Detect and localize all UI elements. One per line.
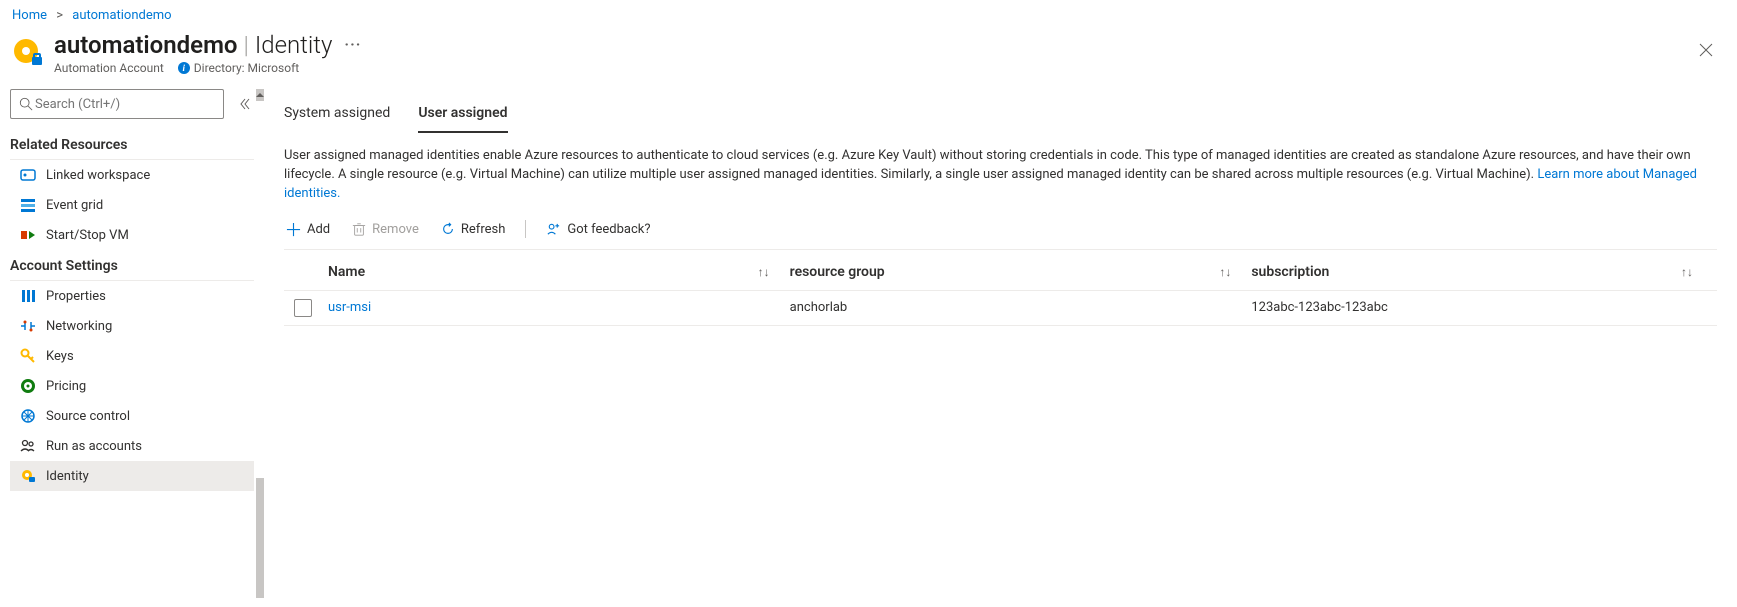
description-text: User assigned managed identities enable … [284, 147, 1717, 204]
feedback-label: Got feedback? [567, 222, 650, 237]
sidebar: Related Resources Linked workspace Event… [0, 89, 264, 598]
blade-name: Identity [255, 31, 333, 59]
properties-icon [20, 288, 36, 304]
resource-name: automationdemo [54, 31, 238, 59]
sidebar-item-pricing[interactable]: Pricing [10, 371, 254, 401]
sidebar-item-label: Source control [46, 409, 130, 424]
column-name[interactable]: Name ↑↓ [328, 264, 790, 280]
sidebar-item-keys[interactable]: Keys [10, 341, 254, 371]
trash-icon [352, 222, 366, 236]
breadcrumb-separator: > [50, 8, 69, 23]
sidebar-item-label: Start/Stop VM [46, 228, 129, 243]
identity-icon [20, 468, 36, 484]
pricing-icon [20, 378, 36, 394]
breadcrumb-home[interactable]: Home [12, 8, 47, 23]
toolbar-separator [525, 220, 526, 238]
tab-user-assigned[interactable]: User assigned [418, 97, 507, 133]
search-box[interactable] [10, 89, 224, 119]
directory-info: i Directory: Microsoft [178, 61, 299, 75]
event-grid-icon [20, 197, 36, 213]
column-resource-group[interactable]: resource group ↑↓ [790, 264, 1252, 280]
sidebar-scrollbar[interactable] [256, 89, 264, 598]
sidebar-item-label: Run as accounts [46, 439, 142, 454]
resource-type: Automation Account [54, 61, 164, 75]
identities-table: Name ↑↓ resource group ↑↓ subscription ↑… [284, 254, 1717, 326]
main-content: System assigned User assigned User assig… [264, 89, 1737, 598]
sidebar-item-linked-workspace[interactable]: Linked workspace [10, 160, 254, 190]
tabs: System assigned User assigned [284, 97, 1717, 133]
directory-label: Directory: Microsoft [194, 61, 299, 75]
feedback-icon [546, 222, 561, 237]
sidebar-item-label: Keys [46, 349, 74, 364]
breadcrumb: Home > automationdemo [0, 0, 1737, 27]
run-as-accounts-icon [20, 438, 36, 454]
sort-icon[interactable]: ↑↓ [1219, 265, 1231, 279]
sidebar-item-label: Event grid [46, 198, 103, 213]
more-actions-button[interactable]: ··· [344, 37, 361, 53]
identity-name-link[interactable]: usr-msi [328, 300, 371, 315]
column-subscription[interactable]: subscription ↑↓ [1251, 264, 1713, 280]
sidebar-item-label: Identity [46, 469, 89, 484]
sidebar-item-label: Pricing [46, 379, 86, 394]
sidebar-item-start-stop-vm[interactable]: Start/Stop VM [10, 220, 254, 250]
remove-button: Remove [350, 218, 421, 241]
search-input[interactable] [33, 96, 215, 113]
sort-icon[interactable]: ↑↓ [758, 265, 770, 279]
toolbar: Add Remove Refresh Got feedback? [284, 204, 1717, 250]
collapse-sidebar-button[interactable] [234, 94, 254, 114]
sidebar-item-identity[interactable]: Identity [10, 461, 254, 491]
sidebar-section-related: Related Resources [0, 129, 264, 159]
start-stop-icon [20, 227, 36, 243]
automation-account-icon [12, 37, 44, 69]
workspace-icon [20, 167, 36, 183]
breadcrumb-item[interactable]: automationdemo [72, 8, 171, 23]
table-row[interactable]: usr-msi anchorlab 123abc-123abc-123abc [284, 291, 1717, 326]
sidebar-section-account-settings: Account Settings [0, 250, 264, 280]
scrollbar-thumb[interactable] [256, 478, 264, 598]
close-button[interactable] [1693, 37, 1719, 63]
row-checkbox[interactable] [294, 299, 312, 317]
tab-system-assigned[interactable]: System assigned [284, 97, 390, 133]
feedback-button[interactable]: Got feedback? [544, 218, 652, 241]
keys-icon [20, 348, 36, 364]
remove-label: Remove [372, 222, 419, 237]
title-divider: | [238, 31, 255, 59]
page-header: automationdemo | Identity ··· Automation… [0, 27, 1737, 89]
networking-icon [20, 318, 36, 334]
sidebar-item-run-as-accounts[interactable]: Run as accounts [10, 431, 254, 461]
plus-icon [286, 222, 301, 237]
cell-subscription: 123abc-123abc-123abc [1251, 300, 1713, 315]
refresh-icon [441, 222, 455, 236]
refresh-button[interactable]: Refresh [439, 218, 507, 241]
sidebar-item-label: Properties [46, 289, 106, 304]
info-icon: i [178, 62, 190, 74]
search-icon [19, 97, 33, 111]
sidebar-item-label: Networking [46, 319, 112, 334]
add-label: Add [307, 222, 330, 237]
sidebar-item-properties[interactable]: Properties [10, 281, 254, 311]
table-header: Name ↑↓ resource group ↑↓ subscription ↑… [284, 254, 1717, 291]
refresh-label: Refresh [461, 222, 505, 237]
sidebar-item-event-grid[interactable]: Event grid [10, 190, 254, 220]
cell-resource-group: anchorlab [790, 300, 1252, 315]
add-button[interactable]: Add [284, 218, 332, 241]
sort-icon[interactable]: ↑↓ [1681, 265, 1693, 279]
page-title: automationdemo | Identity ··· [54, 31, 1725, 59]
sidebar-item-label: Linked workspace [46, 168, 150, 183]
sidebar-item-networking[interactable]: Networking [10, 311, 254, 341]
sidebar-item-source-control[interactable]: Source control [10, 401, 254, 431]
source-control-icon [20, 408, 36, 424]
